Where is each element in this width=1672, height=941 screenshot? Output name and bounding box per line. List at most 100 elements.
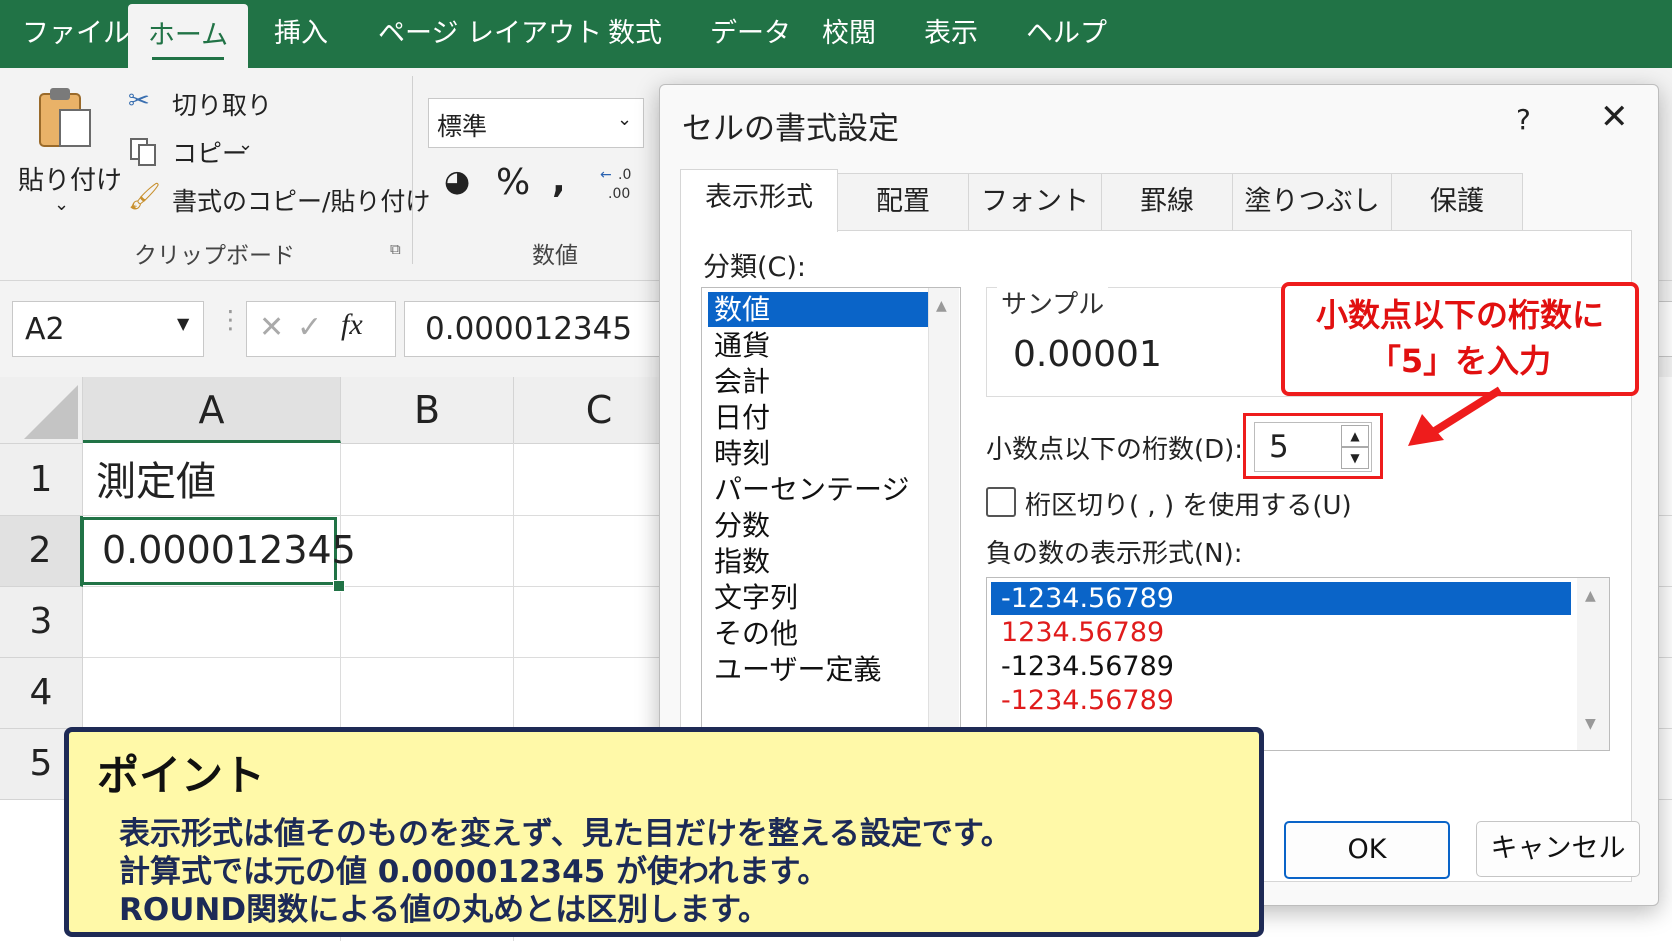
tab-alignment[interactable]: 配置 [837,173,969,230]
help-button[interactable]: ? [1516,103,1531,136]
category-percentage[interactable]: パーセンテージ [708,472,930,507]
category-special[interactable]: その他 [708,616,930,651]
row-header-1[interactable]: 1 [0,444,83,516]
increase-decimal-icon: ← .0 .00 [600,167,631,202]
callout-box: 小数点以下の桁数に 「5」を入力 [1281,282,1639,396]
tab-insert[interactable]: 挿入 [274,0,328,68]
chevron-down-icon: ⌄ [617,109,633,130]
point-line-3: ROUND関数による値の丸めとは区別します。 [119,892,770,928]
tab-number-format[interactable]: 表示形式 [680,169,838,232]
spin-up-icon[interactable]: ▲ [1341,425,1369,447]
cut-button[interactable]: ✂ 切り取り [128,86,278,122]
row-header-4[interactable]: 4 [0,658,83,729]
negative-format-option[interactable]: -1234.56789 [991,650,1174,683]
cell-a1[interactable]: 測定値 [96,449,216,507]
active-tab-indicator [152,57,224,60]
scroll-down-icon[interactable]: ▼ [1585,716,1596,732]
negative-format-option[interactable]: -1234.56789 [991,684,1174,717]
callout-arrow-icon [1408,386,1503,446]
tab-home[interactable]: ホーム [128,4,248,68]
column-header-a[interactable]: A [83,377,341,443]
group-divider [412,76,413,264]
tab-fill[interactable]: 塗りつぶし [1232,173,1392,230]
decimal-places-label: 小数点以下の桁数(D): [986,435,1244,465]
decimal-places-spinner[interactable]: 5 ▲ ▼ [1254,422,1372,472]
clipboard-paste-icon [39,88,91,147]
category-time[interactable]: 時刻 [708,436,930,471]
format-painter-label: 書式のコピー/貼り付け [172,187,431,216]
name-box[interactable]: A2 ▼ [12,301,204,357]
category-fraction[interactable]: 分数 [708,508,930,543]
select-all-corner[interactable] [0,377,83,444]
cancel-entry-icon[interactable]: ✕ [259,310,284,345]
scroll-up-icon[interactable]: ▲ [1585,588,1596,604]
ok-button[interactable]: OK [1284,821,1450,879]
decimal-places-value: 5 [1269,429,1289,465]
increase-decimal-button[interactable]: ← .0 .00 [598,164,638,204]
paste-button[interactable]: 貼り付け ⌄ [14,78,122,228]
paste-label: 貼り付け [18,166,123,196]
formula-bar-buttons: ✕ ✓ fx [246,301,396,357]
thousands-separator-label: 桁区切り( , ) を使用する(U) [1025,491,1352,521]
tab-file[interactable]: ファイル [22,0,130,68]
category-text[interactable]: 文字列 [708,580,930,615]
insert-function-icon[interactable]: fx [341,308,363,342]
percent-button[interactable]: % [496,162,530,203]
cell-a2-selected[interactable]: 0.000012345 [81,517,356,585]
category-accounting[interactable]: 会計 [708,364,930,399]
cut-label: 切り取り [172,91,273,120]
paintbrush-icon: 🖌 [128,182,162,212]
tab-review[interactable]: 校閲 [822,0,876,68]
category-custom[interactable]: ユーザー定義 [708,652,930,687]
tab-border[interactable]: 罫線 [1101,173,1233,230]
number-format-dropdown[interactable]: 標準 ⌄ [428,98,644,148]
comma-button[interactable]: , [552,160,566,201]
tab-data[interactable]: データ [710,0,791,68]
tab-home-label: ホーム [147,20,229,51]
chevron-down-icon: ⌄ [238,134,254,155]
ribbon-tab-bar: ファイル ホーム 挿入 ページ レイアウト 数式 データ 校閲 表示 ヘルプ [0,0,1672,68]
category-currency[interactable]: 通貨 [708,328,930,363]
scroll-up-icon[interactable]: ▲ [936,298,947,314]
format-painter-button[interactable]: 🖌 書式のコピー/貼り付け [128,182,430,218]
sample-label: サンプル [997,284,1109,321]
copy-label: コピー [172,139,248,168]
copy-button[interactable]: コピー ⌄ [128,134,278,170]
tab-font[interactable]: フォント [968,173,1102,230]
sample-value: 0.00001 [1013,334,1162,375]
dialog-launcher-icon[interactable]: ⧉ [390,240,401,258]
row-header-2[interactable]: 2 [0,516,83,587]
point-heading: ポイント [97,751,266,800]
cancel-button[interactable]: キャンセル [1476,821,1640,877]
tab-help[interactable]: ヘルプ [1026,0,1107,68]
svg-text:←: ← [600,167,612,183]
negative-format-option[interactable]: -1234.56789 [991,582,1571,615]
tab-formulas[interactable]: 数式 [608,0,662,68]
grip-icon: ⋮ [218,305,243,334]
currency-format-icon[interactable]: ◕ [444,164,470,199]
column-header-b[interactable]: B [341,377,514,444]
negative-numbers-list[interactable]: -1234.56789 1234.56789 -1234.56789 -1234… [986,577,1610,751]
svg-text:.00: .00 [608,186,630,202]
category-scientific[interactable]: 指数 [708,544,930,579]
negative-list-scrollbar[interactable]: ▲ ▼ [1577,578,1609,750]
thousands-separator-checkbox[interactable] [986,487,1016,517]
category-label: 分類(C): [703,252,807,283]
close-icon[interactable]: ✕ [1600,97,1629,137]
point-note-box: ポイント 表示形式は値そのものを変えず、見た目だけを整える設定です。 計算式では… [64,727,1264,937]
tab-page-layout[interactable]: ページ レイアウト [378,0,602,68]
tab-protection[interactable]: 保護 [1391,173,1523,230]
svg-text:.0: .0 [618,167,631,183]
confirm-entry-icon[interactable]: ✓ [297,310,322,345]
row-header-3[interactable]: 3 [0,587,83,658]
category-number[interactable]: 数値 [708,292,930,327]
callout-line-2: 「5」を入力 [1368,342,1552,380]
name-box-value: A2 [25,312,65,347]
fill-handle[interactable] [333,580,345,592]
cell-a2-value: 0.000012345 [102,528,356,572]
number-group-label: 数値 [532,243,578,269]
tab-view[interactable]: 表示 [924,0,978,68]
spin-down-icon[interactable]: ▼ [1341,447,1369,469]
category-date[interactable]: 日付 [708,400,930,435]
negative-format-option[interactable]: 1234.56789 [991,616,1164,649]
